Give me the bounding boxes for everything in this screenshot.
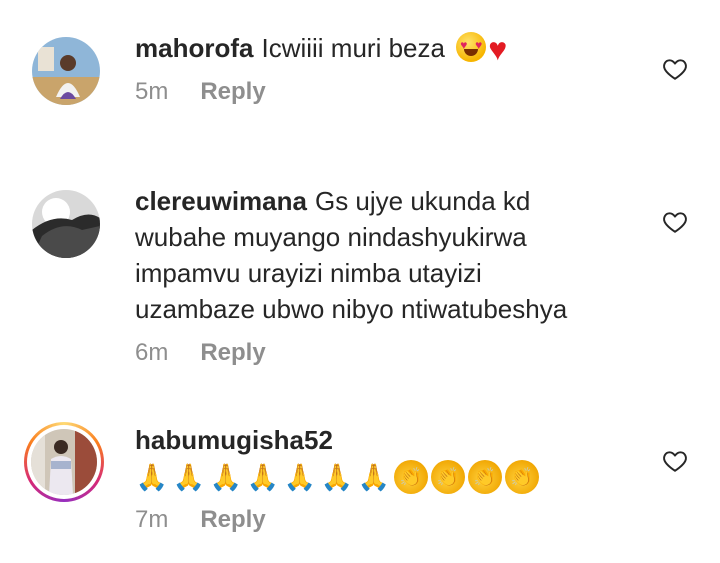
avatar[interactable]	[32, 37, 100, 105]
clapping-hands-emoji: 👏	[431, 460, 465, 494]
like-heart-icon[interactable]	[662, 56, 688, 82]
comment-timestamp: 6m	[135, 339, 169, 366]
heart-eyes-face-emoji: ♥ ♥	[456, 32, 487, 62]
comment-timestamp: 5m	[135, 78, 169, 105]
comment-username[interactable]: mahorofa	[135, 33, 253, 63]
comment-meta: 6m Reply	[135, 339, 266, 367]
like-heart-icon[interactable]	[662, 209, 688, 235]
folded-hands-emoji: 🙏	[209, 462, 243, 492]
red-heart-emoji: ♥	[488, 31, 508, 67]
comment-body: clereuwimana Gs ujye ukunda kd wubahe muy…	[135, 183, 605, 327]
comment-timestamp: 7m	[135, 506, 169, 533]
reply-button[interactable]: Reply	[200, 339, 265, 366]
folded-hands-emoji: 🙏	[357, 462, 391, 492]
clapping-hands-emoji: 👏	[394, 460, 428, 494]
avatar[interactable]	[31, 429, 97, 495]
folded-hands-emoji: 🙏	[135, 462, 169, 492]
comment-username[interactable]: habumugisha52	[135, 425, 333, 455]
clapping-hands-emoji: 👏	[505, 460, 539, 494]
comment-body: mahorofa Icwiiii muri beza ♥ ♥ ♥	[135, 30, 605, 67]
comment-meta: 7m Reply	[135, 506, 266, 534]
comment-body: habumugisha52 🙏 🙏 🙏 🙏 🙏 🙏 🙏 👏 👏 👏 👏	[135, 422, 605, 494]
clapping-hands-emoji: 👏	[468, 460, 502, 494]
avatar[interactable]	[32, 190, 100, 258]
comment-username[interactable]: clereuwimana	[135, 186, 307, 216]
folded-hands-emoji: 🙏	[172, 462, 206, 492]
folded-hands-emoji: 🙏	[246, 462, 280, 492]
comment-text: Icwiiii muri beza	[261, 33, 445, 63]
emoji-row: 🙏 🙏 🙏 🙏 🙏 🙏 🙏 👏 👏 👏 👏	[135, 460, 605, 494]
reply-button[interactable]: Reply	[200, 78, 265, 105]
folded-hands-emoji: 🙏	[283, 462, 317, 492]
comment-meta: 5m Reply	[135, 78, 266, 106]
story-ring[interactable]	[24, 422, 104, 502]
reply-button[interactable]: Reply	[200, 506, 265, 533]
folded-hands-emoji: 🙏	[320, 462, 354, 492]
like-heart-icon[interactable]	[662, 448, 688, 474]
